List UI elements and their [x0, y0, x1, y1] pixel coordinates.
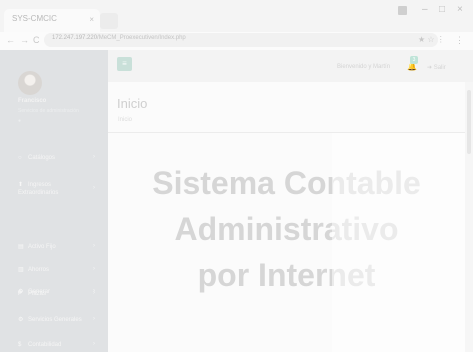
browser-tab[interactable]: SYS-CMCIC ×	[4, 9, 100, 32]
sidebar-item-contabilidad[interactable]: $ Contabilidad	[18, 341, 61, 349]
fade-overlay	[332, 133, 465, 352]
notification-badge: 3	[410, 56, 418, 64]
peso-icon: ₱	[18, 291, 23, 297]
sidebar-item-label-line2: Extraordinarios	[18, 190, 59, 196]
sidebar-item-label: Servicios Generales	[28, 317, 82, 323]
sidebar-item-label: Ahorros	[28, 267, 50, 273]
sidebar-item-label: Contabilidad	[28, 342, 62, 348]
minimize-icon[interactable]: –	[422, 4, 428, 15]
new-tab-button[interactable]	[100, 13, 118, 29]
bookmark-star-icon[interactable]: ★ ☆ ⋮	[418, 35, 445, 44]
logout-label: Salir	[433, 65, 446, 71]
reload-icon[interactable]: C	[33, 35, 40, 45]
gear-icon: ⚙	[18, 317, 24, 323]
url-path: /MeCM_Proexecutiven/Index.php	[97, 35, 186, 41]
back-icon[interactable]: ←	[6, 35, 15, 45]
menu-toggle-button[interactable]: ≡	[117, 57, 132, 71]
tab-close-icon[interactable]: ×	[89, 15, 94, 24]
scrollbar-thumb[interactable]	[467, 90, 471, 154]
page-title: Inicio	[117, 96, 148, 111]
url-host: 172.247.197.220	[52, 35, 98, 41]
sidebar-item-label: Activo Fijo	[28, 244, 56, 250]
close-window-icon[interactable]: ×	[457, 4, 463, 15]
chevron-right-icon: ›	[93, 290, 95, 296]
logout-icon: ➜	[427, 65, 434, 71]
sidebar-item-ingresos[interactable]: ⬆ Ingresos Extraordinarios	[18, 181, 58, 197]
maximize-icon[interactable]: □	[439, 4, 445, 15]
sidebar-item-label: Ingresos	[28, 182, 52, 188]
breadcrumb[interactable]: Inicio	[118, 117, 132, 123]
sidebar-item-catalogos[interactable]: ○ Catálogos	[18, 154, 55, 162]
chevron-right-icon: ›	[93, 341, 95, 347]
dollar-icon: $	[18, 342, 22, 348]
sidebar-item-ahorros[interactable]: ▥ Ahorros	[18, 266, 49, 274]
profile-icon[interactable]	[398, 6, 407, 15]
forward-icon[interactable]: →	[20, 35, 29, 45]
chevron-right-icon: ›	[93, 266, 95, 272]
welcome-text: Bienvenido y Martín	[337, 64, 391, 70]
browser-menu-icon[interactable]: ⋮	[455, 35, 464, 46]
sidebar-item-plazas[interactable]: ₱ Plazas	[18, 290, 46, 298]
url-input[interactable]: 172.247.197.220/MeCM_Proexecutiven/Index…	[44, 33, 438, 47]
user-name: Francisco	[18, 98, 47, 104]
sidebar-item-activo-fijo[interactable]: ▤ Activo Fijo	[18, 243, 56, 251]
sidebar-item-label: Plazas	[28, 291, 47, 297]
top-navbar	[108, 50, 473, 82]
user-status-icon: ●	[18, 118, 22, 124]
chevron-right-icon: ›	[93, 316, 95, 322]
sidebar	[0, 50, 108, 352]
sidebar-item-label: Catálogos	[28, 155, 56, 161]
tab-title: SYS-CMCIC	[12, 14, 57, 23]
sidebar-item-servicios-generales[interactable]: ⚙ Servicios Generales	[18, 316, 82, 324]
avatar	[18, 71, 42, 95]
circle-icon: ○	[18, 155, 22, 161]
chevron-right-icon: ›	[93, 243, 95, 249]
chevron-right-icon: ›	[93, 185, 95, 191]
book-icon: ▤	[18, 244, 24, 250]
chevron-right-icon: ›	[93, 154, 95, 160]
table-icon: ▥	[18, 267, 24, 273]
logout-link[interactable]: ➜ Salir	[427, 64, 446, 71]
user-role: Servicios de administración	[18, 108, 79, 114]
arrow-up-icon: ⬆	[18, 182, 24, 188]
